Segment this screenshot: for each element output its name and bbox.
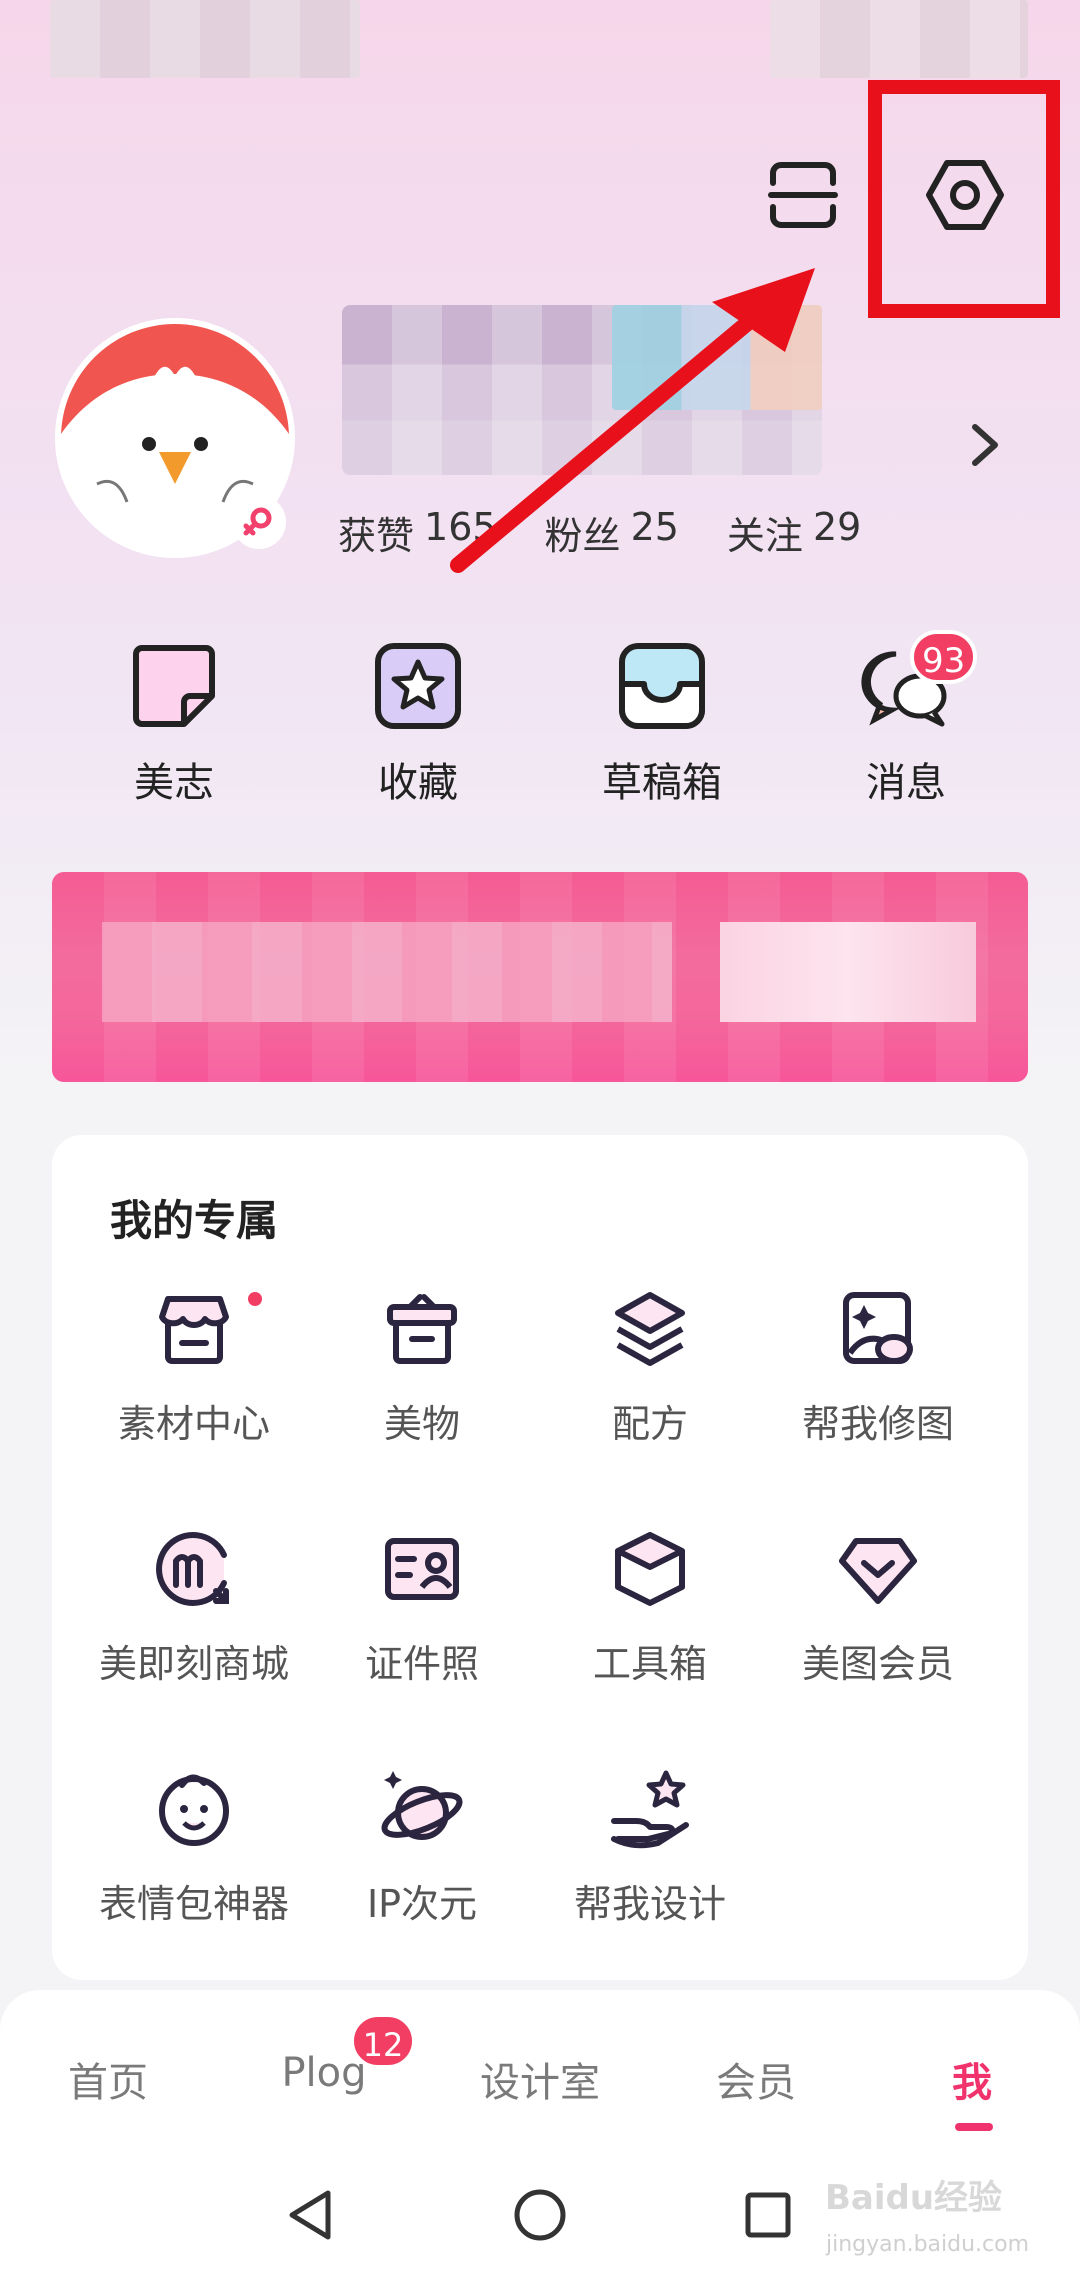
quick-action-label: 收藏 bbox=[378, 760, 458, 806]
status-bar-right-blurred bbox=[770, 0, 1028, 78]
grid-item-label: 帮我修图 bbox=[801, 1402, 954, 1446]
grid-item-label: 证件照 bbox=[364, 1642, 479, 1686]
grid-item-label: 帮我设计 bbox=[573, 1882, 726, 1926]
store-icon bbox=[152, 1287, 236, 1371]
status-bar-left-blurred bbox=[50, 0, 360, 78]
quick-action-label: 美志 bbox=[134, 760, 214, 806]
gift-box-icon bbox=[380, 1287, 464, 1371]
id-card-icon bbox=[380, 1527, 464, 1611]
message-icon: 93 bbox=[860, 630, 978, 732]
star-icon bbox=[372, 640, 464, 732]
quick-action-journal[interactable]: 美志 bbox=[64, 640, 284, 808]
stat-followers-value: 25 bbox=[630, 505, 679, 549]
materials-notification-dot bbox=[248, 1292, 262, 1306]
stat-followers-label: 粉丝 bbox=[544, 514, 621, 558]
stat-following-label: 关注 bbox=[726, 514, 803, 558]
planet-icon bbox=[380, 1767, 464, 1851]
stat-following-value: 29 bbox=[812, 505, 862, 549]
promo-banner-button-blurred bbox=[720, 922, 976, 1022]
grid-item-label: 美图会员 bbox=[801, 1642, 954, 1686]
message-badge: 93 bbox=[910, 630, 978, 684]
grid-item-label: 美物 bbox=[383, 1402, 460, 1446]
grid-item-ip[interactable]: IP次元 bbox=[302, 1767, 542, 1928]
grid-item-label: 素材中心 bbox=[117, 1402, 270, 1446]
active-tab-indicator bbox=[955, 2123, 993, 2131]
grid-item-id-photo[interactable]: 证件照 bbox=[302, 1527, 542, 1688]
toolbox-icon bbox=[608, 1527, 692, 1611]
grid-item-label: 配方 bbox=[611, 1402, 688, 1446]
plog-badge: 12 bbox=[350, 2013, 416, 2069]
card-title: 我的专属 bbox=[110, 1196, 279, 1245]
promo-banner-text-blurred bbox=[102, 922, 672, 1022]
grid-item-materials[interactable]: 素材中心 bbox=[74, 1287, 314, 1448]
grid-item-goods[interactable]: 美物 bbox=[302, 1287, 542, 1448]
hand-star-icon bbox=[608, 1767, 692, 1851]
journal-icon bbox=[128, 640, 220, 732]
grid-item-toolbox[interactable]: 工具箱 bbox=[530, 1527, 770, 1688]
quick-action-messages[interactable]: 93 消息 bbox=[796, 630, 1016, 808]
tab-me[interactable]: 我 bbox=[872, 2050, 1072, 2108]
stat-likes-label: 获赞 bbox=[338, 514, 415, 558]
drafts-icon bbox=[616, 640, 708, 732]
mall-icon bbox=[152, 1527, 236, 1611]
quick-action-label: 草稿箱 bbox=[602, 760, 722, 806]
grid-item-label: IP次元 bbox=[366, 1882, 478, 1926]
profile-stats: 获赞 165 粉丝 25 关注 29 bbox=[338, 505, 861, 560]
grid-item-photo-edit[interactable]: 帮我修图 bbox=[758, 1287, 998, 1448]
home-icon[interactable] bbox=[500, 2175, 580, 2255]
promo-banner[interactable] bbox=[52, 872, 1028, 1082]
username-badge-blurred bbox=[612, 305, 822, 410]
diamond-icon bbox=[836, 1527, 920, 1611]
female-icon bbox=[232, 495, 286, 549]
grid-item-label: 表情包神器 bbox=[98, 1882, 289, 1926]
grid-item-stickers[interactable]: 表情包神器 bbox=[74, 1767, 314, 1928]
baby-face-icon bbox=[152, 1767, 236, 1851]
grid-item-mall[interactable]: 美即刻商城 bbox=[74, 1527, 314, 1688]
quick-action-label: 消息 bbox=[866, 760, 946, 806]
grid-item-recipe[interactable]: 配方 bbox=[530, 1287, 770, 1448]
chevron-right-icon[interactable] bbox=[965, 415, 1005, 475]
exclusive-card: 我的专属 素材中心 美物 配方 帮我修图 美即刻商城 证件照 工具箱 美图会员 … bbox=[52, 1135, 1028, 1980]
stat-likes-value: 165 bbox=[424, 505, 497, 549]
photo-edit-icon bbox=[836, 1287, 920, 1371]
stat-followers[interactable]: 粉丝 25 bbox=[545, 505, 679, 560]
watermark-text: Baidu经验 bbox=[825, 2178, 1003, 2218]
quick-actions: 美志 收藏 草稿箱 93 消息 bbox=[0, 630, 1080, 820]
grid-item-label: 工具箱 bbox=[592, 1642, 707, 1686]
tab-design-studio[interactable]: 设计室 bbox=[440, 2050, 640, 2108]
grid-item-vip[interactable]: 美图会员 bbox=[758, 1527, 998, 1688]
grid-item-design[interactable]: 帮我设计 bbox=[530, 1767, 770, 1928]
back-icon[interactable] bbox=[270, 2175, 350, 2255]
tab-membership[interactable]: 会员 bbox=[656, 2050, 856, 2108]
grid-item-label: 美即刻商城 bbox=[98, 1642, 289, 1686]
recents-icon[interactable] bbox=[728, 2175, 808, 2255]
scan-icon[interactable] bbox=[758, 150, 848, 240]
stat-following[interactable]: 关注 29 bbox=[727, 505, 861, 560]
quick-action-favorites[interactable]: 收藏 bbox=[308, 640, 528, 808]
tab-home[interactable]: 首页 bbox=[8, 2050, 208, 2108]
layers-icon bbox=[608, 1287, 692, 1371]
settings-highlight-box bbox=[868, 80, 1060, 318]
stat-likes[interactable]: 获赞 165 bbox=[338, 505, 497, 560]
watermark-subtext: jingyan.baidu.com bbox=[826, 2232, 1030, 2257]
quick-action-drafts[interactable]: 草稿箱 bbox=[552, 640, 772, 808]
